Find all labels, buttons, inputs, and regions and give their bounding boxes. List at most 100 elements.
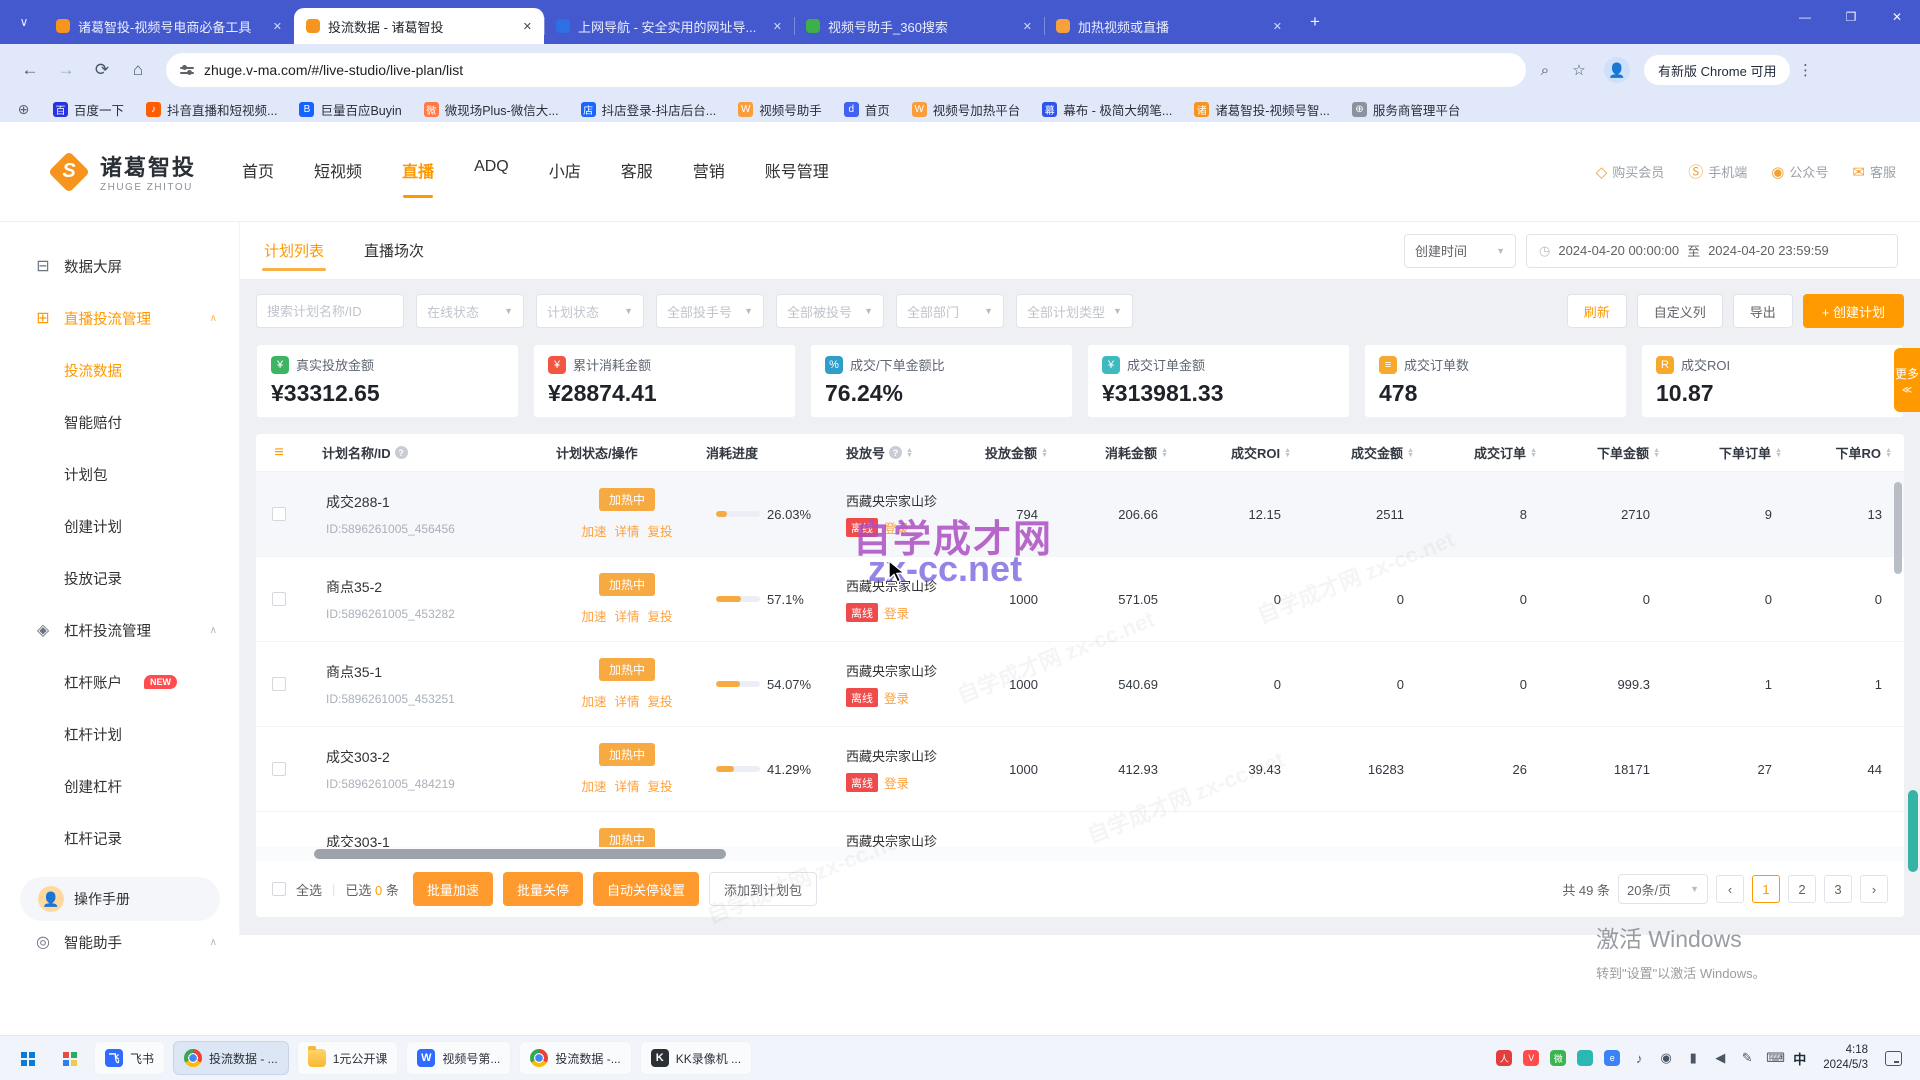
header-link-购买会员[interactable]: ◇购买会员	[1596, 162, 1665, 181]
taskbar-app-视频号第...[interactable]: W视频号第...	[406, 1041, 511, 1075]
sidebar-item-杠杆投流管理[interactable]: ◈杠杆投流管理∧	[0, 604, 239, 656]
column-header-下单RO[interactable]: 下单RO▲▼	[1798, 443, 1904, 462]
sidebar-item-杠杆账户[interactable]: 杠杆账户NEW	[0, 656, 239, 708]
op-link-复投[interactable]: 复投	[648, 606, 673, 625]
filter-dropdown-全部被投号[interactable]: 全部被投号▼	[776, 294, 884, 328]
column-header-投放金额[interactable]: 投放金额▲▼	[972, 443, 1064, 462]
row-checkbox[interactable]	[272, 592, 286, 606]
tab-计划列表[interactable]: 计划列表	[262, 222, 326, 279]
taskbar-app-KK录像机 ...[interactable]: KKK录像机 ...	[640, 1041, 752, 1075]
bookmark-item[interactable]: 诸诸葛智投-视频号智...	[1194, 100, 1330, 119]
start-button[interactable]	[10, 1041, 44, 1075]
page-size-select[interactable]: 20条/页 ▼	[1618, 874, 1708, 904]
time-type-select[interactable]: 创建时间 ▼	[1404, 234, 1516, 268]
sidebar-item-杠杆记录[interactable]: 杠杆记录	[0, 812, 239, 864]
tab-search-chevron-icon[interactable]: ∨	[10, 8, 38, 36]
column-header-成交ROI[interactable]: 成交ROI▲▼	[1184, 443, 1307, 462]
sidebar-item-智能赔付[interactable]: 智能赔付	[0, 396, 239, 448]
search-input[interactable]	[256, 294, 404, 328]
filter-dropdown-在线状态[interactable]: 在线状态▼	[416, 294, 524, 328]
tab-close-icon[interactable]: ✕	[521, 18, 534, 35]
mic-icon[interactable]: ◉	[1658, 1050, 1674, 1066]
nav-item-直播[interactable]: 直播	[400, 148, 436, 196]
nav-item-客服[interactable]: 客服	[619, 148, 655, 196]
site-logo[interactable]: 诸葛智投 ZHUGE ZHITOU	[48, 150, 196, 193]
sort-icons[interactable]: ▲▼	[1041, 448, 1048, 458]
taskbar-app-投流数据 -...[interactable]: 投流数据 -...	[519, 1041, 631, 1075]
refresh-button[interactable]: 刷新	[1567, 294, 1627, 328]
browser-menu-icon[interactable]: ⋮	[1794, 61, 1816, 79]
header-link-手机端[interactable]: Ⓢ手机端	[1688, 161, 1747, 182]
tab-直播场次[interactable]: 直播场次	[362, 222, 426, 279]
bookmark-star-icon[interactable]: ☆	[1564, 55, 1594, 85]
login-link[interactable]: 登录	[884, 688, 909, 707]
nav-item-短视频[interactable]: 短视频	[312, 148, 364, 196]
browser-tab[interactable]: 上网导航 - 安全实用的网址导...✕	[544, 8, 794, 44]
bookmark-item[interactable]: B巨量百应Buyin	[299, 100, 401, 119]
help-icon[interactable]: ?	[395, 446, 408, 459]
table-horizontal-scrollbar[interactable]	[256, 847, 1904, 861]
scrollbar-thumb[interactable]	[314, 849, 726, 859]
browser-tab[interactable]: 加热视频或直播✕	[1044, 8, 1294, 44]
taskbar-app-投流数据 - ...[interactable]: 投流数据 - ...	[173, 1041, 289, 1075]
nav-item-首页[interactable]: 首页	[240, 148, 276, 196]
sidebar-item-杠杆计划[interactable]: 杠杆计划	[0, 708, 239, 760]
op-link-加速[interactable]: 加速	[581, 776, 606, 795]
customize-columns-button[interactable]: 自定义列	[1637, 294, 1723, 328]
filter-dropdown-全部部门[interactable]: 全部部门▼	[896, 294, 1004, 328]
sort-icons[interactable]: ▲▼	[1653, 448, 1660, 458]
column-header-成交订单[interactable]: 成交订单▲▼	[1430, 443, 1553, 462]
taskbar-clock[interactable]: 4:18 2024/5/3	[1823, 1043, 1868, 1073]
create-plan-button[interactable]: + 创建计划	[1803, 294, 1904, 328]
date-range-picker[interactable]: ◷ 2024-04-20 00:00:00 至 2024-04-20 23:59…	[1526, 234, 1898, 268]
qq-icon[interactable]: 人	[1496, 1050, 1512, 1066]
nav-item-ADQ[interactable]: ADQ	[472, 148, 511, 196]
sidebar-item-数据大屏[interactable]: ⊟数据大屏	[0, 240, 239, 292]
login-link[interactable]: 登录	[884, 773, 909, 792]
taskbar-app-飞书[interactable]: 飞飞书	[94, 1041, 165, 1075]
op-link-加速[interactable]: 加速	[581, 606, 606, 625]
tab-close-icon[interactable]: ✕	[1021, 18, 1034, 35]
sort-icons[interactable]: ▲▼	[1407, 448, 1414, 458]
filter-dropdown-全部投手号[interactable]: 全部投手号▼	[656, 294, 764, 328]
reload-button[interactable]: ⟳	[86, 54, 118, 86]
home-button[interactable]: ⌂	[122, 54, 154, 86]
bookmark-item[interactable]: W视频号助手	[738, 100, 822, 119]
sidebar-item-创建杠杆[interactable]: 创建杠杆	[0, 760, 239, 812]
column-header-投放号[interactable]: 投放号?▲▼	[842, 443, 972, 462]
op-link-加速[interactable]: 加速	[581, 521, 606, 540]
pen-icon[interactable]: ✎	[1739, 1050, 1755, 1066]
next-page-button[interactable]: ›	[1860, 875, 1888, 903]
site-settings-icon[interactable]	[180, 67, 194, 74]
close-button[interactable]: ✕	[1874, 0, 1920, 34]
filter-dropdown-全部计划类型[interactable]: 全部计划类型▼	[1016, 294, 1133, 328]
sort-icons[interactable]: ▲▼	[906, 448, 913, 458]
back-button[interactable]: ←	[14, 54, 46, 86]
login-link[interactable]: 登录	[884, 518, 909, 537]
music-icon[interactable]: ♪	[1631, 1051, 1647, 1066]
help-icon[interactable]: ?	[889, 446, 902, 459]
volume-icon[interactable]: ◀	[1712, 1050, 1728, 1066]
bookmark-item[interactable]: ♪抖音直播和短视频...	[146, 100, 277, 119]
sidebar-item-创建计划[interactable]: 创建计划	[0, 500, 239, 552]
browser-icon[interactable]: e	[1604, 1050, 1620, 1066]
app-launcher-button[interactable]	[52, 1041, 86, 1075]
op-link-加速[interactable]: 加速	[581, 691, 606, 710]
browser-tab[interactable]: 诸葛智投-视频号电商必备工具✕	[44, 8, 294, 44]
input-language-indicator[interactable]: 中	[1793, 1049, 1806, 1068]
sidebar-item-计划包[interactable]: 计划包	[0, 448, 239, 500]
forward-button[interactable]: →	[50, 54, 82, 86]
browser-scrollbar-thumb[interactable]	[1908, 790, 1918, 872]
chrome-update-chip[interactable]: 有新版 Chrome 可用	[1644, 55, 1790, 85]
header-link-客服[interactable]: ✉客服	[1852, 162, 1896, 181]
operation-manual-button[interactable]: 👤操作手册	[20, 877, 220, 921]
filter-dropdown-计划状态[interactable]: 计划状态▼	[536, 294, 644, 328]
sort-icons[interactable]: ▲▼	[1530, 448, 1537, 458]
op-link-详情[interactable]: 详情	[614, 691, 639, 710]
column-header-下单订单[interactable]: 下单订单▲▼	[1676, 443, 1798, 462]
tab-close-icon[interactable]: ✕	[1271, 18, 1284, 35]
minimize-button[interactable]: —	[1782, 0, 1828, 34]
taskbar-app-1元公开课[interactable]: 1元公开课	[297, 1041, 399, 1075]
bulk-button-自动关停设置[interactable]: 自动关停设置	[593, 872, 699, 906]
column-header-消耗金额[interactable]: 消耗金额▲▼	[1064, 443, 1184, 462]
